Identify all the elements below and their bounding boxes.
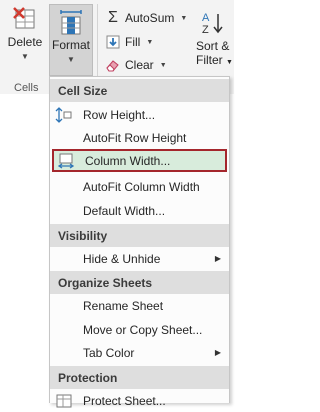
tab-color-item[interactable]: Tab Color ▶	[50, 341, 229, 364]
sort-label: Sort &	[196, 39, 230, 53]
row-height-label: Row Height...	[83, 107, 156, 122]
autofit-column-width-item[interactable]: AutoFit Column Width	[50, 175, 229, 198]
column-width-label: Column Width...	[85, 153, 171, 168]
svg-text:Z: Z	[202, 24, 209, 36]
format-button[interactable]: Format ▼	[49, 4, 93, 76]
format-label: Format	[51, 38, 90, 52]
sigma-icon: Σ	[108, 9, 118, 26]
filter-label: Filter ▼	[192, 53, 234, 70]
eraser-icon	[106, 60, 119, 72]
autofit-row-height-label: AutoFit Row Height	[83, 130, 187, 145]
svg-text:A: A	[202, 12, 210, 24]
visibility-header: Visibility	[50, 224, 229, 247]
rename-sheet-item[interactable]: Rename Sheet	[50, 294, 229, 317]
cells-group-label: Cells	[14, 82, 39, 94]
protection-header: Protection	[50, 366, 229, 389]
hide-unhide-item[interactable]: Hide & Unhide ▶	[50, 247, 229, 270]
tab-color-label: Tab Color	[83, 345, 135, 360]
format-cells-icon	[60, 10, 82, 35]
sort-az-icon: A Z	[202, 12, 223, 36]
chevron-down-icon: ▼	[180, 14, 188, 22]
cell-size-header: Cell Size	[50, 79, 229, 102]
delete-cells-icon	[13, 7, 35, 29]
delete-label: Delete	[7, 35, 43, 49]
chevron-down-icon: ▼	[21, 52, 29, 61]
submenu-arrow-icon: ▶	[214, 348, 221, 357]
column-width-icon	[57, 153, 75, 169]
column-width-item[interactable]: Column Width...	[52, 149, 227, 172]
row-height-icon	[55, 107, 72, 123]
filter-label-text: Filter	[196, 53, 223, 67]
submenu-arrow-icon: ▶	[214, 254, 221, 263]
chevron-down-icon: ▼	[146, 38, 154, 46]
protect-sheet-item[interactable]: Protect Sheet...	[50, 389, 229, 412]
delete-button[interactable]: Delete ▼	[4, 6, 46, 61]
chevron-down-icon: ▼	[159, 61, 167, 69]
chevron-down-icon: ▼	[226, 59, 233, 66]
autosum-button[interactable]: Σ AutoSum ▼	[105, 8, 187, 28]
fill-button[interactable]: Fill ▼	[105, 32, 153, 52]
move-copy-sheet-label: Move or Copy Sheet...	[83, 322, 203, 337]
hide-unhide-label: Hide & Unhide	[83, 251, 161, 266]
clear-button[interactable]: Clear ▼	[105, 55, 167, 75]
protect-sheet-label: Protect Sheet...	[83, 393, 166, 408]
fill-label: Fill	[125, 35, 141, 49]
format-dropdown-menu: Cell Size Row Height... AutoFit Row Heig…	[49, 76, 230, 408]
autofit-column-width-label: AutoFit Column Width	[83, 179, 200, 194]
chevron-down-icon: ▼	[67, 55, 75, 64]
fill-down-icon	[106, 35, 120, 49]
rename-sheet-label: Rename Sheet	[83, 298, 164, 313]
row-height-item[interactable]: Row Height...	[50, 103, 229, 126]
move-copy-sheet-item[interactable]: Move or Copy Sheet...	[50, 318, 229, 341]
default-width-item[interactable]: Default Width...	[50, 199, 229, 222]
autofit-row-height-item[interactable]: AutoFit Row Height	[50, 126, 229, 149]
sort-filter-button[interactable]: A Z Sort & Filter ▼	[192, 10, 234, 70]
clear-label: Clear	[125, 58, 154, 72]
autosum-label: AutoSum	[125, 11, 175, 25]
default-width-label: Default Width...	[83, 203, 166, 218]
organize-sheets-header: Organize Sheets	[50, 271, 229, 294]
protect-sheet-icon	[56, 394, 72, 408]
